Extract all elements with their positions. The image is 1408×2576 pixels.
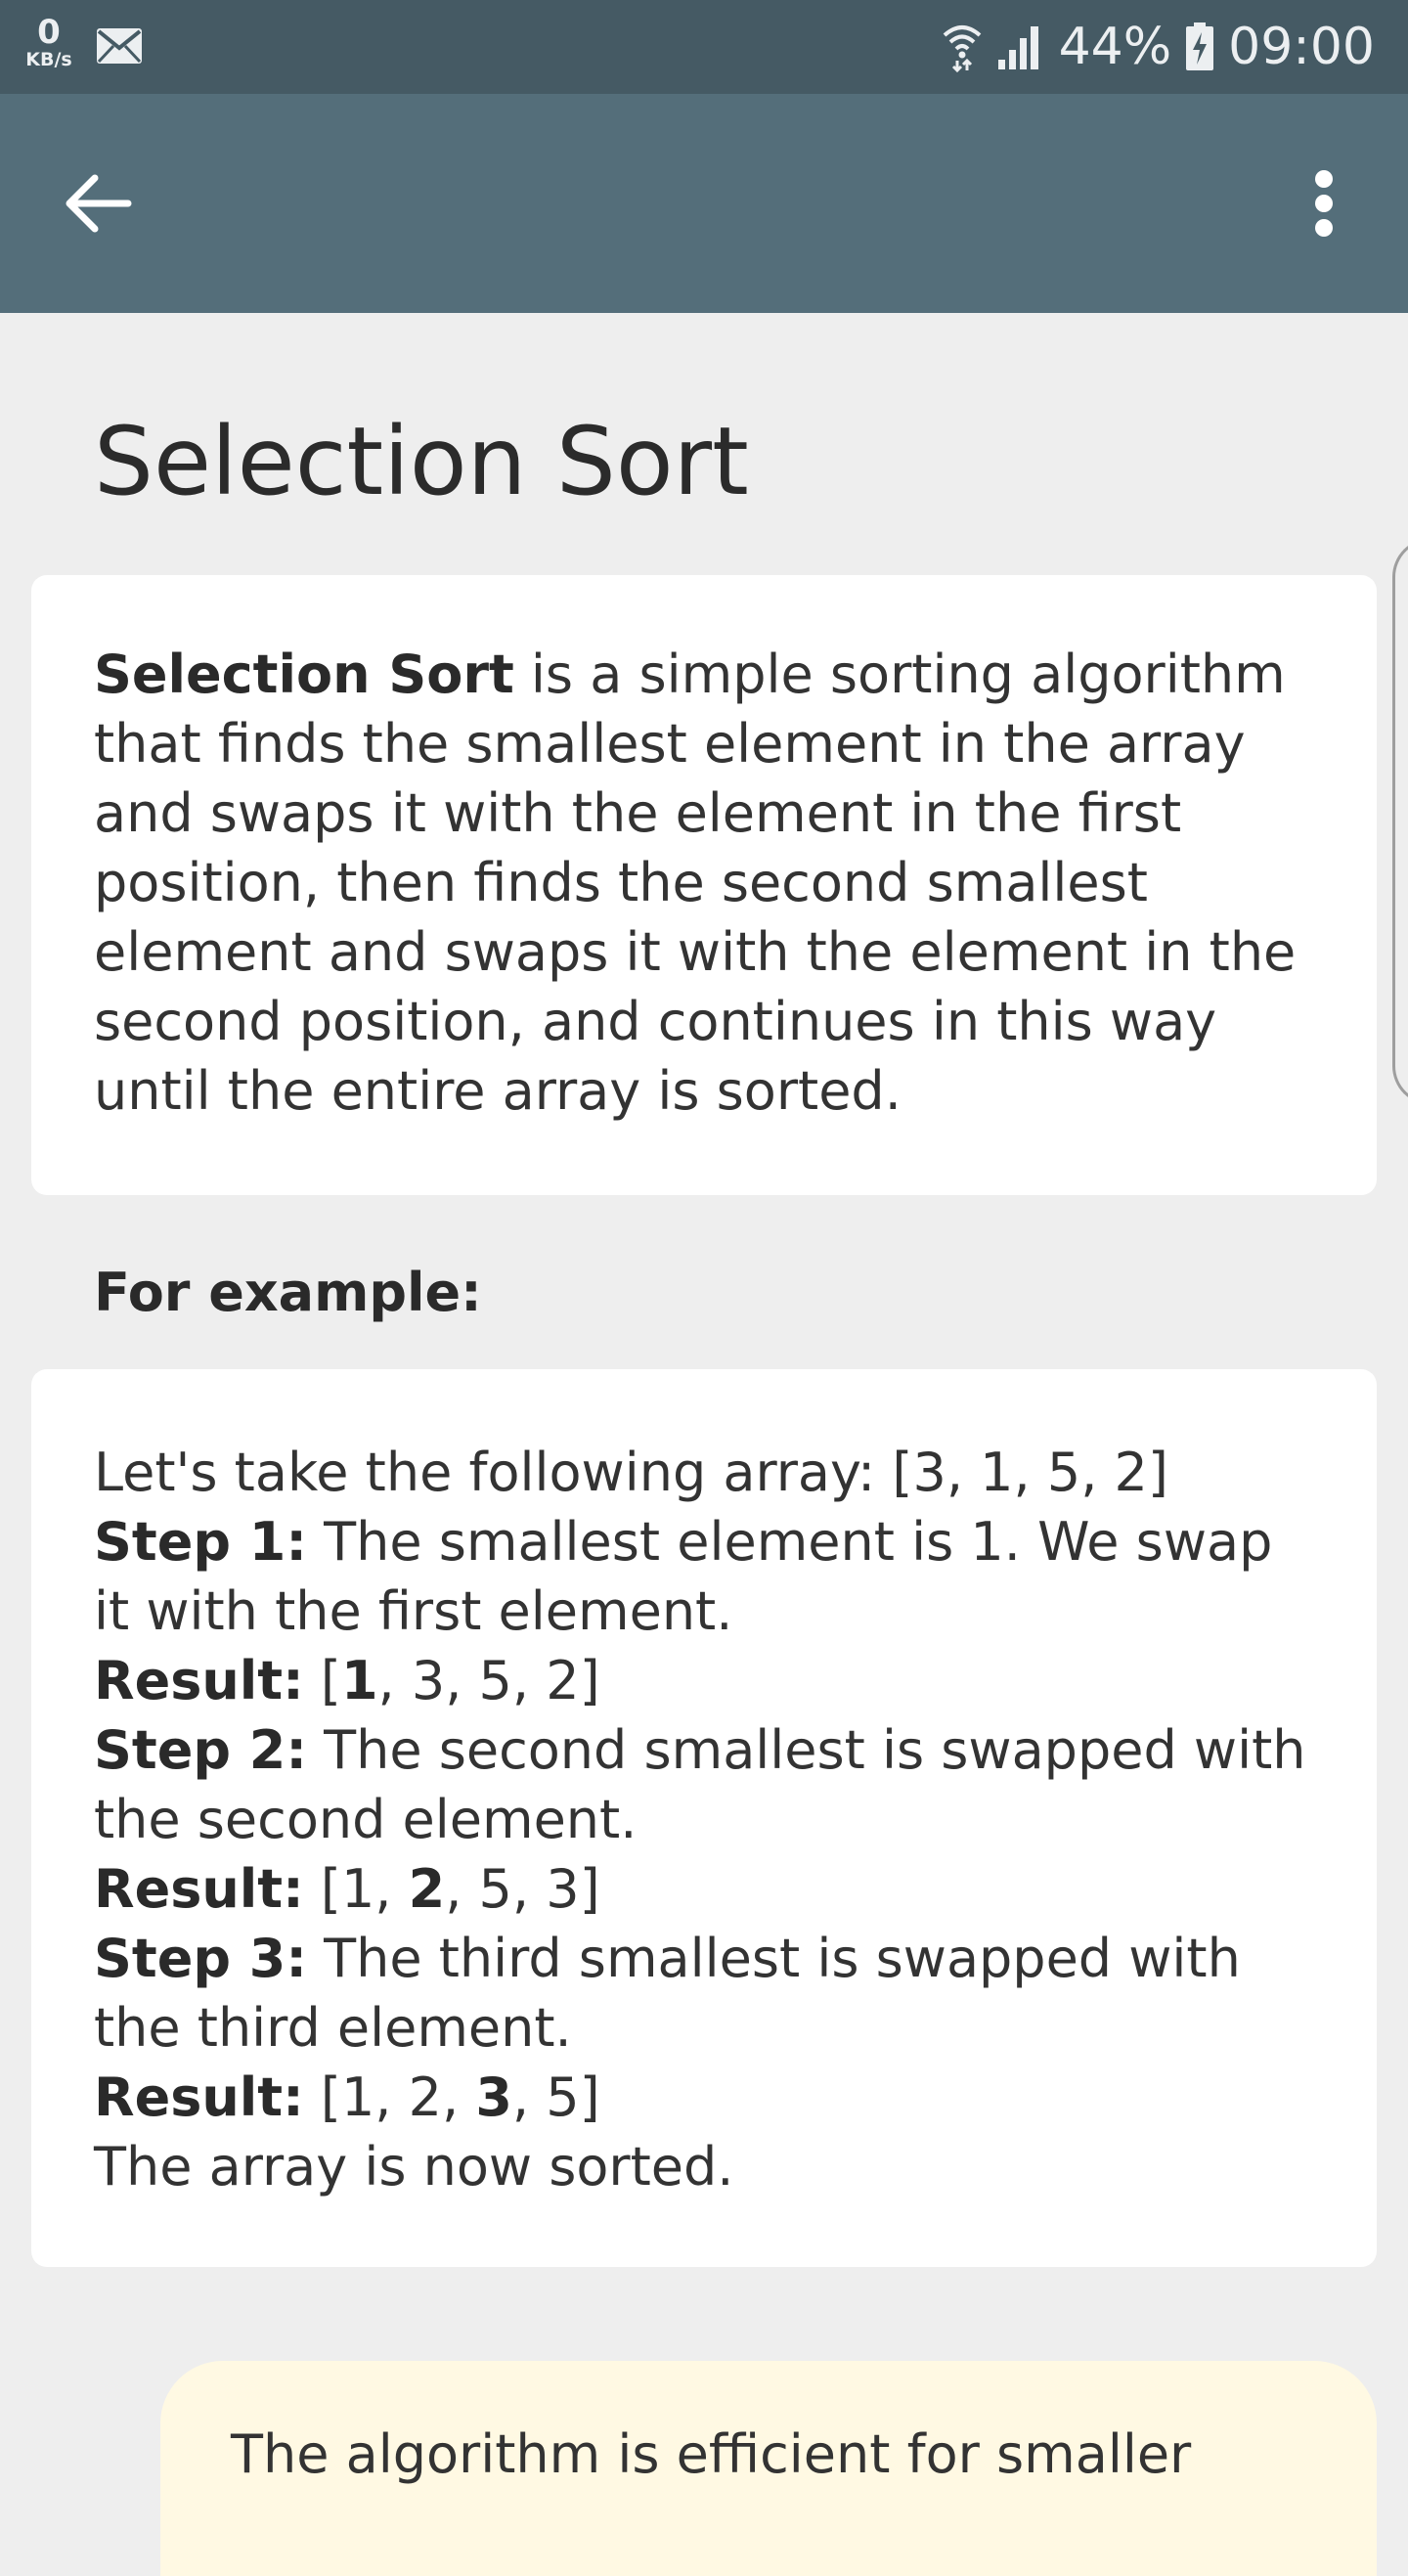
result-label: Result: bbox=[94, 2066, 304, 2128]
side-drawer-handle[interactable] bbox=[1392, 538, 1408, 1105]
step-label: Step 2: bbox=[94, 1719, 307, 1781]
result-part: [1, 2, bbox=[303, 2066, 476, 2128]
back-arrow-icon bbox=[66, 174, 132, 233]
description-text: Selection Sort is a simple sorting algor… bbox=[94, 640, 1314, 1126]
network-speed-unit: KB/s bbox=[25, 49, 72, 70]
wifi-icon bbox=[942, 22, 983, 72]
battery-percent: 44% bbox=[1058, 18, 1172, 76]
note-text: The algorithm is efficient for smaller bbox=[231, 2423, 1192, 2485]
step-3-text: Step 3: The third smallest is swapped wi… bbox=[94, 1924, 1314, 2063]
result-part: , 3, 5, 2] bbox=[377, 1650, 600, 1711]
step-1-text: Step 1: The smallest element is 1. We sw… bbox=[94, 1507, 1314, 1646]
step-2-text: Step 2: The second smallest is swapped w… bbox=[94, 1715, 1314, 1854]
back-button[interactable] bbox=[53, 158, 143, 248]
more-vert-icon bbox=[1315, 170, 1333, 237]
network-speed-value: 0 bbox=[37, 13, 61, 52]
result-highlight: 1 bbox=[340, 1650, 378, 1711]
step-label: Step 3: bbox=[94, 1928, 307, 1989]
mail-icon bbox=[96, 27, 143, 68]
step-label: Step 1: bbox=[94, 1511, 307, 1573]
step-1-result: Result: [1, 3, 5, 2] bbox=[94, 1646, 1314, 1715]
description-term: Selection Sort bbox=[94, 644, 514, 705]
result-highlight: 3 bbox=[475, 2066, 512, 2128]
description-card: Selection Sort is a simple sorting algor… bbox=[31, 575, 1377, 1195]
result-part: [ bbox=[303, 1650, 341, 1711]
example-card: Let's take the following array: [3, 1, 5… bbox=[31, 1369, 1377, 2267]
step-2-result: Result: [1, 2, 5, 3] bbox=[94, 1854, 1314, 1924]
result-label: Result: bbox=[94, 1650, 304, 1711]
example-conclusion: The array is now sorted. bbox=[94, 2136, 734, 2198]
app-bar bbox=[0, 94, 1408, 313]
result-part: , 5] bbox=[511, 2066, 600, 2128]
clock: 09:00 bbox=[1228, 18, 1375, 76]
result-part: , 5, 3] bbox=[445, 1858, 600, 1920]
step-3-result: Result: [1, 2, 3, 5] bbox=[94, 2063, 1314, 2132]
example-intro-line: Let's take the following array: [3, 1, 5… bbox=[94, 1442, 1168, 1503]
signal-icon bbox=[996, 22, 1045, 71]
result-label: Result: bbox=[94, 1858, 304, 1920]
page-title: Selection Sort bbox=[94, 407, 749, 516]
battery-charging-icon bbox=[1185, 22, 1214, 71]
note-card: The algorithm is efficient for smaller bbox=[160, 2361, 1377, 2576]
example-heading: For example: bbox=[94, 1262, 482, 1323]
more-options-button[interactable] bbox=[1279, 158, 1369, 248]
result-highlight: 2 bbox=[408, 1858, 446, 1920]
result-part: [1, bbox=[303, 1858, 409, 1920]
description-body: is a simple sorting algorithm that finds… bbox=[94, 644, 1297, 1122]
network-speed: 0 KB/s bbox=[23, 16, 74, 69]
status-bar: 0 KB/s 44% 09:00 bbox=[0, 0, 1408, 94]
